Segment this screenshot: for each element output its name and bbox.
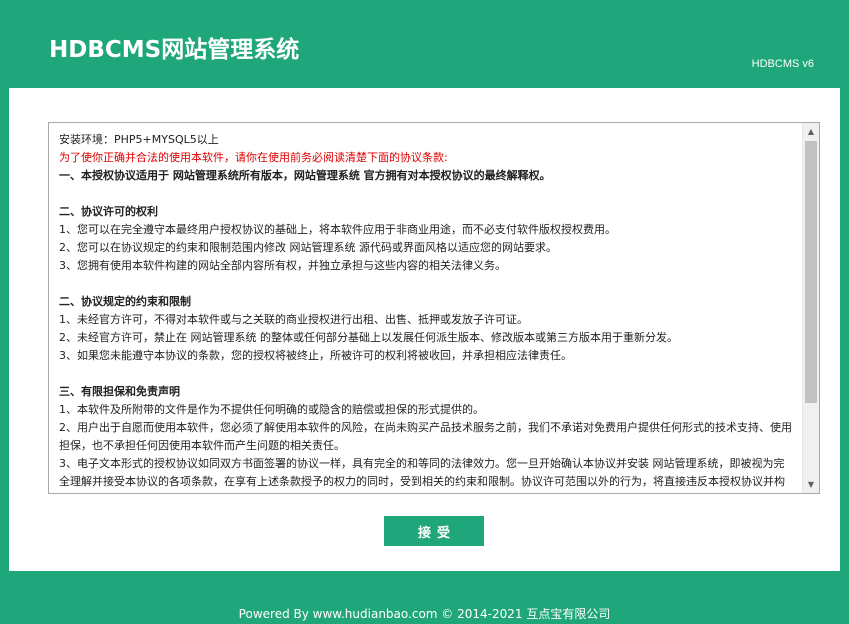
header-bar: HDBCMS网站管理系统 HDBCMS v6 xyxy=(0,0,849,88)
license-textarea[interactable]: 安装环境：PHP5+MYSQL5以上 为了使你正确并合法的使用本软件，请你在使用… xyxy=(48,122,820,494)
footer-copyright: Powered By www.hudianbao.com © 2014-2021… xyxy=(238,607,611,621)
section-2-item: 3、您拥有使用本软件构建的网站全部内容所有权，并独立承担与这些内容的相关法律义务… xyxy=(59,259,506,272)
main-panel: 安装环境：PHP5+MYSQL5以上 为了使你正确并合法的使用本软件，请你在使用… xyxy=(9,88,840,571)
section-1: 一、本授权协议适用于 网站管理系统所有版本，网站管理系统 官方拥有对本授权协议的… xyxy=(59,169,551,182)
section-2-title: 二、协议许可的权利 xyxy=(59,205,158,218)
scroll-down-arrow-icon[interactable]: ▼ xyxy=(803,476,819,493)
scroll-thumb[interactable] xyxy=(805,141,817,403)
install-env: 安装环境：PHP5+MYSQL5以上 xyxy=(59,133,219,146)
section-2-item: 2、您可以在协议规定的约束和限制范围内修改 网站管理系统 源代码或界面风格以适应… xyxy=(59,241,557,254)
license-content: 安装环境：PHP5+MYSQL5以上 为了使你正确并合法的使用本软件，请你在使用… xyxy=(49,123,802,493)
section-4-item: 2、用户出于自愿而使用本软件，您必须了解使用本软件的风险，在尚未购买产品技术服务… xyxy=(59,421,792,452)
section-3-title: 二、协议规定的约束和限制 xyxy=(59,295,191,308)
scroll-up-arrow-icon[interactable]: ▲ xyxy=(803,123,819,140)
app-title: HDBCMS网站管理系统 xyxy=(49,37,300,63)
license-warning: 为了使你正确并合法的使用本软件，请你在使用前务必阅读清楚下面的协议条款: xyxy=(59,151,448,164)
section-3-item: 2、未经官方许可，禁止在 网站管理系统 的整体或任何部分基础上以发展任何派生版本… xyxy=(59,331,678,344)
version-label: HDBCMS v6 xyxy=(751,58,814,70)
accept-button[interactable]: 接受 xyxy=(384,516,484,546)
section-4-title: 三、有限担保和免责声明 xyxy=(59,385,180,398)
vertical-scrollbar[interactable]: ▲ ▼ xyxy=(802,123,819,493)
section-3-item: 1、未经官方许可，不得对本软件或与之关联的商业授权进行出租、出售、抵押或发放子许… xyxy=(59,313,528,326)
section-4-item: 1、本软件及所附带的文件是作为不提供任何明确的或隐含的赔偿或担保的形式提供的。 xyxy=(59,403,484,416)
section-2-item: 1、您可以在完全遵守本最终用户授权协议的基础上，将本软件应用于非商业用途，而不必… xyxy=(59,223,616,236)
section-4-item: 3、电子文本形式的授权协议如同双方书面签署的协议一样，具有完全的和等同的法律效力… xyxy=(59,457,785,488)
section-3-item: 3、如果您未能遵守本协议的条款，您的授权将被终止，所被许可的权利将被收回，并承担… xyxy=(59,349,572,362)
